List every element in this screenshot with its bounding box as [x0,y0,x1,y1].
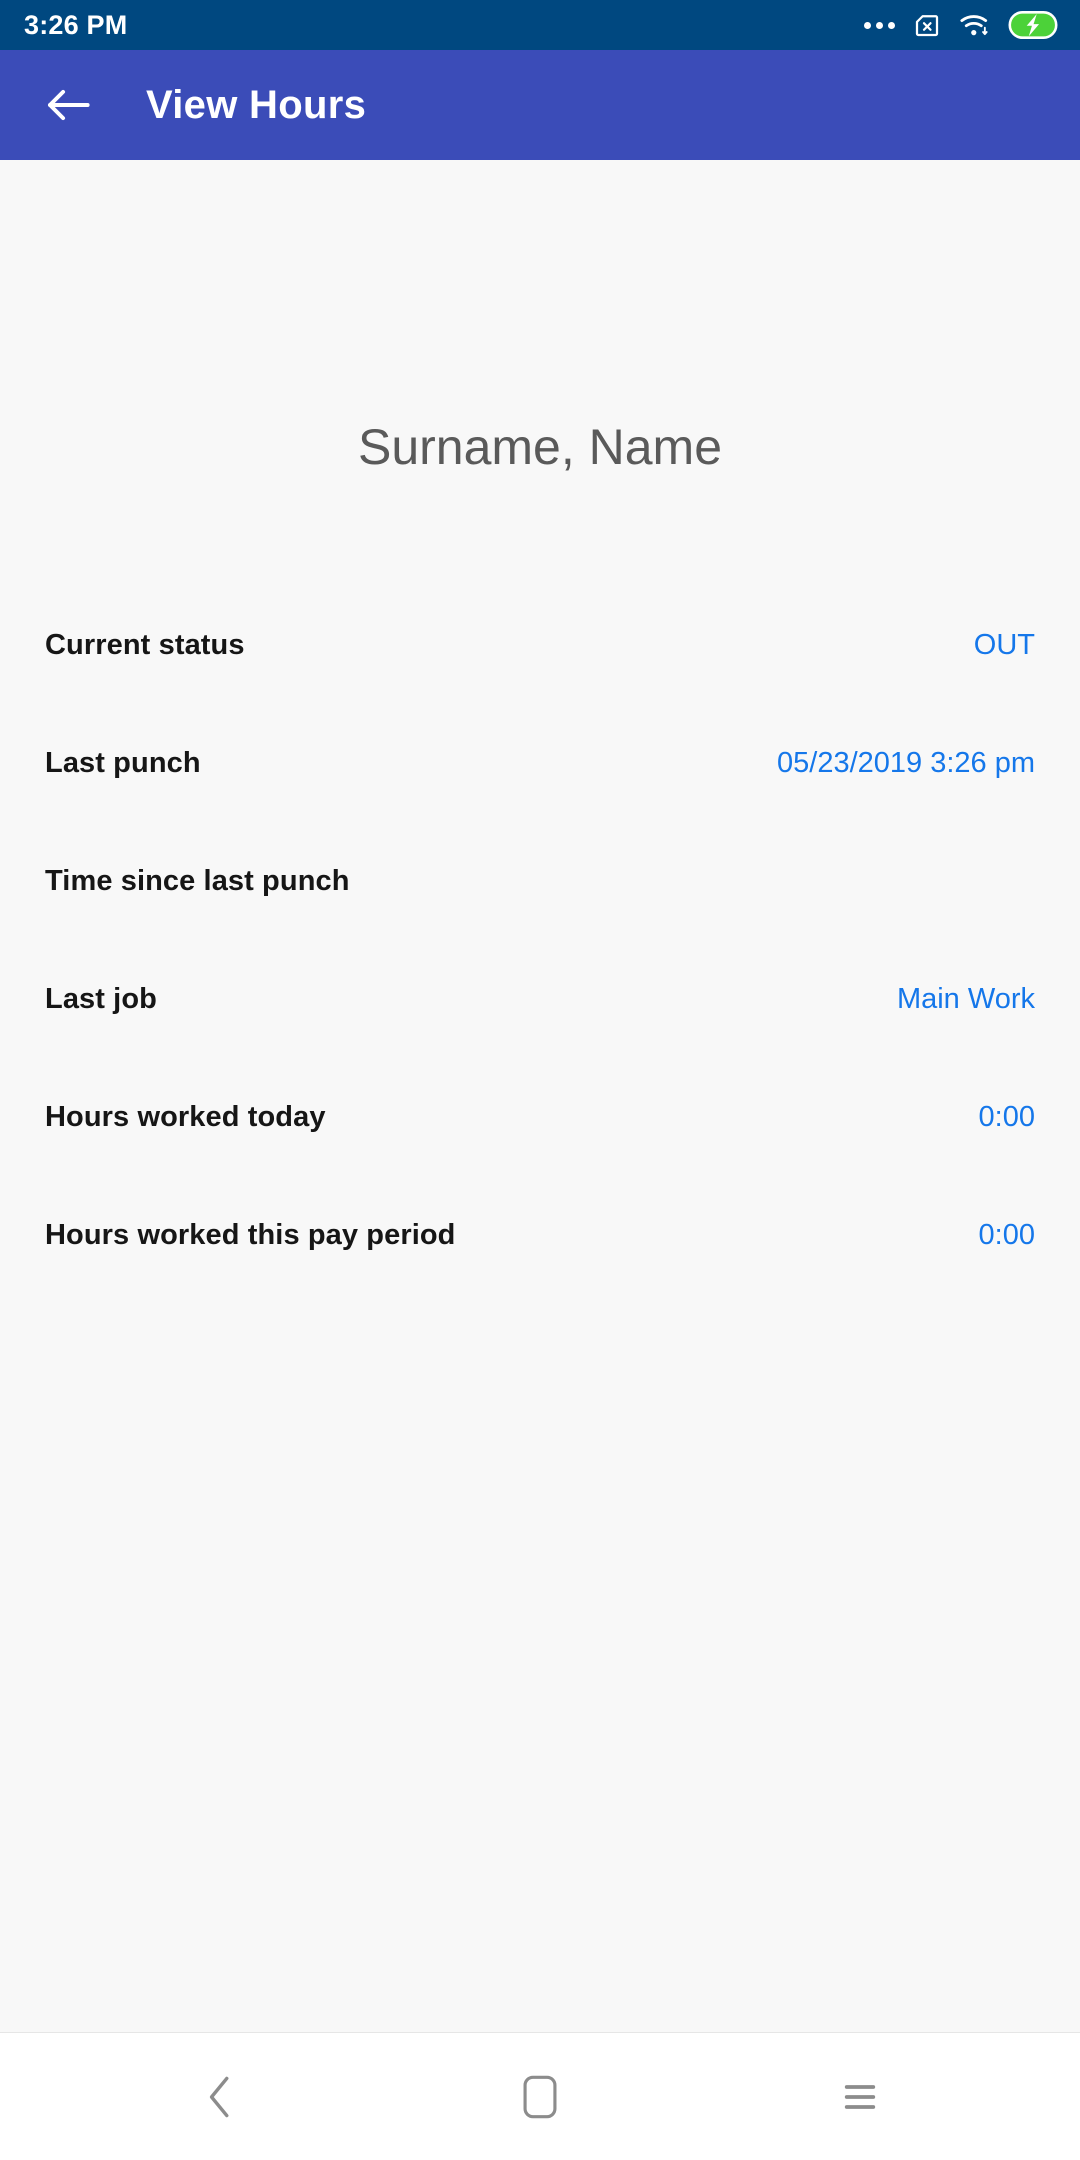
status-badge: OUT [973,628,1035,661]
wifi-icon [959,10,991,40]
row-value: Main Work [896,982,1035,1015]
row-hours-worked-today: Hours worked today 0:00 [0,1058,1080,1176]
chevron-left-icon [205,2075,235,2119]
row-value: 0:00 [978,1100,1035,1133]
row-time-since-last-punch: Time since last punch [0,822,1080,940]
employee-name: Surname, Name [357,419,723,475]
arrow-left-icon[interactable] [42,79,94,131]
row-last-punch: Last punch 05/23/2019 3:26 pm [0,704,1080,822]
row-label: Time since last punch [45,864,350,897]
battery-charging-icon [1008,11,1058,39]
row-current-status: Current status OUT [0,586,1080,704]
row-label: Current status [45,628,245,661]
row-label: Last job [45,982,157,1015]
more-dots-icon [864,21,895,29]
status-bar-icons [864,10,1058,40]
phone-screen: 3:26 PM View Hours Surname, Name Current… [0,0,1080,2160]
content-area: Surname, Name Current status OUT Last pu… [0,160,1080,2032]
page-title: View Hours [146,82,367,127]
row-value: 05/23/2019 3:26 pm [777,746,1035,779]
row-last-job: Last job Main Work [0,940,1080,1058]
back-nav-button[interactable] [113,2033,328,2160]
no-sim-icon [912,10,942,40]
rounded-square-icon [522,2075,558,2119]
home-nav-button[interactable] [433,2033,648,2160]
status-bar-clock: 3:26 PM [24,9,128,40]
android-navigation-bar [0,2032,1080,2160]
row-label: Last punch [45,746,201,779]
app-bar: View Hours [0,50,1080,160]
row-value: 0:00 [978,1218,1035,1251]
recents-nav-button[interactable] [753,2033,968,2160]
row-label: Hours worked today [45,1100,326,1133]
status-bar: 3:26 PM [0,0,1080,50]
hamburger-icon [843,2082,877,2112]
row-label: Hours worked this pay period [45,1218,456,1251]
hours-detail-list: Current status OUT Last punch 05/23/2019… [0,586,1080,1294]
row-hours-worked-pay-period: Hours worked this pay period 0:00 [0,1176,1080,1294]
